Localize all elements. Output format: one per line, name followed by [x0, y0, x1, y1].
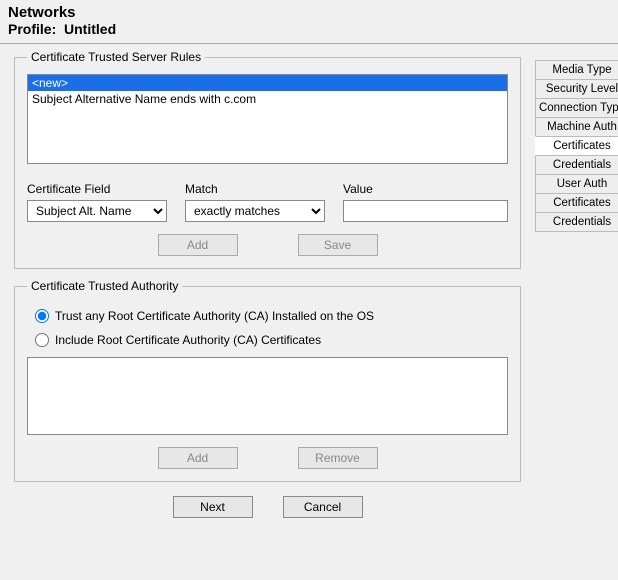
side-tabs: Media TypeSecurity LevelConnection TypeM… — [535, 50, 618, 231]
rules-add-button[interactable]: Add — [158, 234, 238, 256]
match-select[interactable]: exactly matches — [185, 200, 325, 222]
authority-add-button[interactable]: Add — [158, 447, 238, 469]
tab[interactable]: Certificates — [535, 136, 618, 156]
value-input[interactable] — [343, 200, 508, 222]
list-item[interactable]: <new> — [28, 75, 507, 91]
profile-name: Untitled — [64, 21, 116, 37]
page-title: Networks — [8, 4, 610, 21]
rules-listbox[interactable]: <new>Subject Alternative Name ends with … — [27, 74, 508, 164]
rules-group: Certificate Trusted Server Rules <new>Su… — [14, 50, 521, 269]
cancel-button[interactable]: Cancel — [283, 496, 363, 518]
tab[interactable]: User Auth — [535, 174, 618, 194]
match-label: Match — [185, 182, 325, 196]
list-item[interactable]: Subject Alternative Name ends with c.com — [28, 91, 507, 107]
radio-include-label[interactable]: Include Root Certificate Authority (CA) … — [55, 333, 321, 347]
tab[interactable]: Certificates — [535, 193, 618, 213]
profile-label: Profile: — [8, 21, 56, 37]
next-button[interactable]: Next — [173, 496, 253, 518]
authority-group: Certificate Trusted Authority Trust any … — [14, 279, 521, 482]
tab[interactable]: Credentials — [535, 212, 618, 232]
authority-remove-button[interactable]: Remove — [298, 447, 378, 469]
authority-legend: Certificate Trusted Authority — [27, 279, 182, 293]
cert-field-select[interactable]: Subject Alt. Name — [27, 200, 167, 222]
radio-trust-any[interactable] — [35, 309, 49, 323]
profile-line: Profile: Untitled — [8, 21, 610, 37]
tab[interactable]: Security Level — [535, 79, 618, 99]
radio-trust-any-label[interactable]: Trust any Root Certificate Authority (CA… — [55, 309, 374, 323]
value-label: Value — [343, 182, 508, 196]
header: Networks Profile: Untitled — [0, 0, 618, 41]
tab[interactable]: Media Type — [535, 60, 618, 80]
radio-include[interactable] — [35, 333, 49, 347]
tab[interactable]: Machine Auth — [535, 117, 618, 137]
tab[interactable]: Credentials — [535, 155, 618, 175]
authority-listbox[interactable] — [27, 357, 508, 435]
tab[interactable]: Connection Type — [535, 98, 618, 118]
rules-save-button[interactable]: Save — [298, 234, 378, 256]
rules-legend: Certificate Trusted Server Rules — [27, 50, 205, 64]
cert-field-label: Certificate Field — [27, 182, 167, 196]
